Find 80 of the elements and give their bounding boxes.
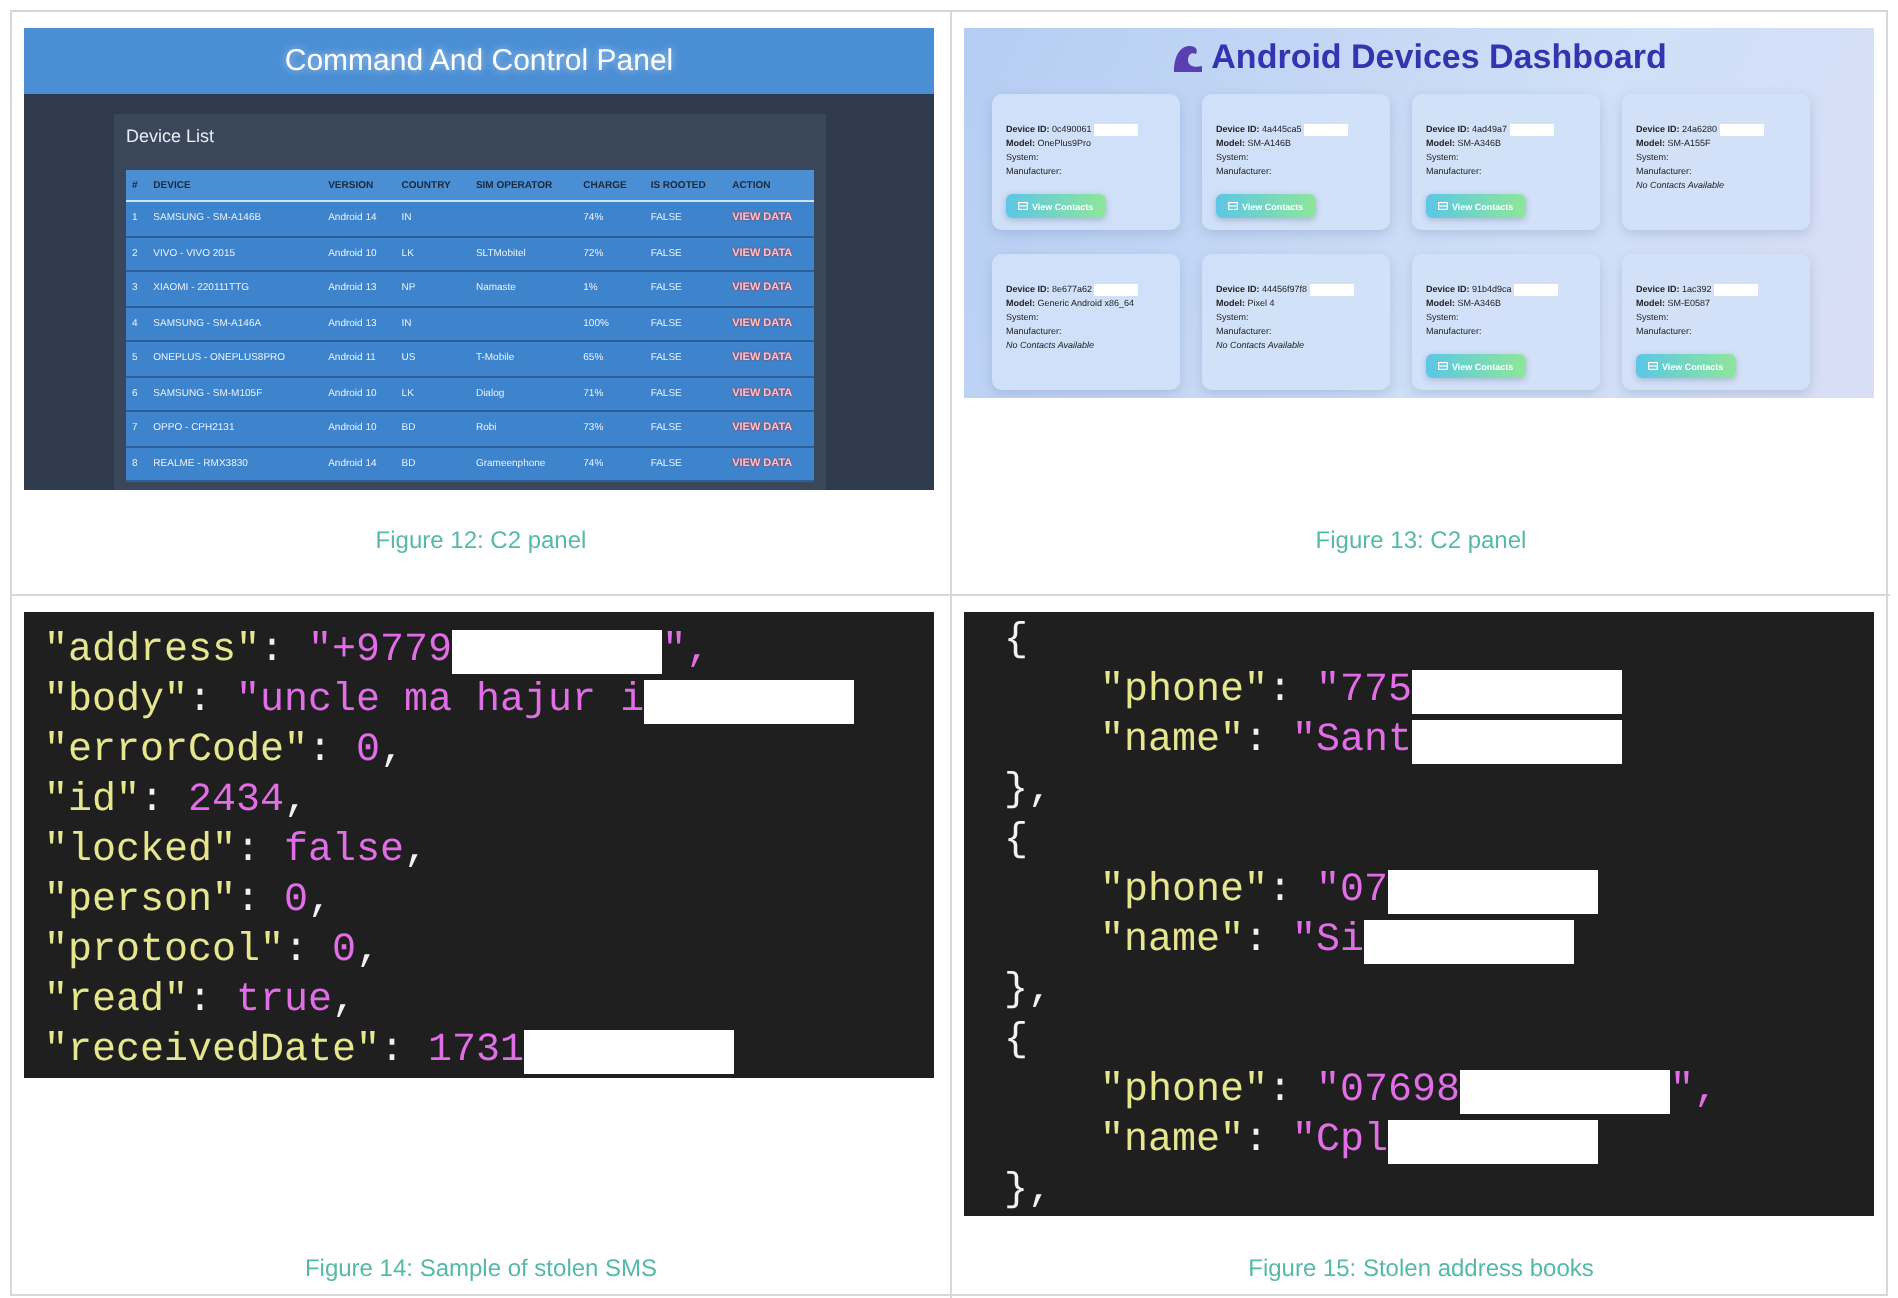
json-punctuation: , xyxy=(380,726,405,776)
json-punctuation: , xyxy=(308,876,333,926)
json-punctuation: , xyxy=(284,776,309,826)
json-value: "775 xyxy=(1316,666,1413,716)
panel-title: Command And Control Panel xyxy=(24,28,934,94)
json-key: "body" xyxy=(44,676,189,726)
json-punctuation: : xyxy=(1268,666,1295,716)
json-key: "address" xyxy=(44,626,261,676)
figure-caption: Figure 15: Stolen address books xyxy=(1246,1254,1596,1286)
redaction-box xyxy=(1513,283,1558,295)
json-value: "+9779 xyxy=(308,626,453,676)
json-punctuation: : xyxy=(236,876,263,926)
drawer-icon xyxy=(1648,362,1658,370)
wave-icon xyxy=(1171,43,1204,73)
drawer-icon xyxy=(1018,202,1028,210)
redaction-box xyxy=(1094,283,1139,295)
json-value: "07 xyxy=(1316,866,1389,916)
drawer-icon xyxy=(1438,362,1448,370)
json-punctuation: : xyxy=(188,976,215,1026)
json-key: "phone" xyxy=(1100,1066,1269,1116)
dashboard-title: Android Devices Dashboard xyxy=(1211,38,1667,78)
redaction-box xyxy=(1713,283,1758,295)
json-value: ", xyxy=(662,626,711,676)
json-punctuation: : xyxy=(380,1026,407,1076)
json-key: "person" xyxy=(44,876,237,926)
json-punctuation: , xyxy=(332,976,357,1026)
json-value: 0 xyxy=(284,876,309,926)
json-punctuation: : xyxy=(260,626,287,676)
drawer-icon xyxy=(1228,202,1238,210)
json-value: "Cpl xyxy=(1292,1116,1389,1166)
json-punctuation: : xyxy=(284,926,311,976)
json-punctuation: { xyxy=(1004,616,1029,666)
json-value: 1731 xyxy=(428,1026,525,1076)
json-punctuation: : xyxy=(188,676,215,726)
json-punctuation: : xyxy=(1244,716,1271,766)
json-value: 2434 xyxy=(188,776,285,826)
json-value: "Si xyxy=(1292,916,1365,966)
redaction-box xyxy=(1093,123,1138,135)
json-key: "name" xyxy=(1100,916,1245,966)
figure-caption: Figure 13: C2 panel xyxy=(1313,526,1529,558)
json-punctuation: : xyxy=(1268,1066,1295,1116)
json-punctuation: { xyxy=(1004,816,1029,866)
json-key: "name" xyxy=(1100,1116,1245,1166)
json-key: "read" xyxy=(44,976,189,1026)
json-punctuation: , xyxy=(356,926,381,976)
redaction-box xyxy=(1719,123,1764,135)
json-punctuation: }, xyxy=(1004,1166,1053,1216)
json-value: ", xyxy=(1670,1066,1719,1116)
json-key: "phone" xyxy=(1100,866,1269,916)
json-value: 0 xyxy=(332,926,357,976)
json-key: "protocol" xyxy=(44,926,285,976)
redaction-box xyxy=(1309,283,1354,295)
json-key: "receivedDate" xyxy=(44,1026,381,1076)
json-key: "phone" xyxy=(1100,666,1269,716)
json-punctuation: : xyxy=(1268,866,1295,916)
json-key: "name" xyxy=(1100,716,1245,766)
json-value: 0 xyxy=(356,726,381,776)
json-punctuation: : xyxy=(1244,1116,1271,1166)
json-value: "07698 xyxy=(1316,1066,1461,1116)
json-key: "id" xyxy=(44,776,141,826)
json-value: true xyxy=(236,976,333,1026)
json-punctuation: }, xyxy=(1004,966,1053,1016)
json-punctuation: : xyxy=(140,776,167,826)
json-value: "Sant xyxy=(1292,716,1413,766)
json-punctuation: , xyxy=(404,826,429,876)
json-punctuation: : xyxy=(236,826,263,876)
json-punctuation: : xyxy=(1244,916,1271,966)
json-value: false xyxy=(284,826,405,876)
json-punctuation: { xyxy=(1004,1016,1029,1066)
json-key: "errorCode" xyxy=(44,726,309,776)
figure-caption: Figure 14: Sample of stolen SMS xyxy=(302,1254,660,1286)
card-title: Device List xyxy=(126,126,217,146)
json-punctuation: }, xyxy=(1004,766,1053,816)
redaction-box xyxy=(1509,123,1554,135)
drawer-icon xyxy=(1438,202,1448,210)
json-key: "locked" xyxy=(44,826,237,876)
json-value: "uncle ma hajur i xyxy=(236,676,645,726)
redaction-box xyxy=(1303,123,1348,135)
json-punctuation: : xyxy=(308,726,335,776)
figure-caption: Figure 12: C2 panel xyxy=(373,526,589,558)
